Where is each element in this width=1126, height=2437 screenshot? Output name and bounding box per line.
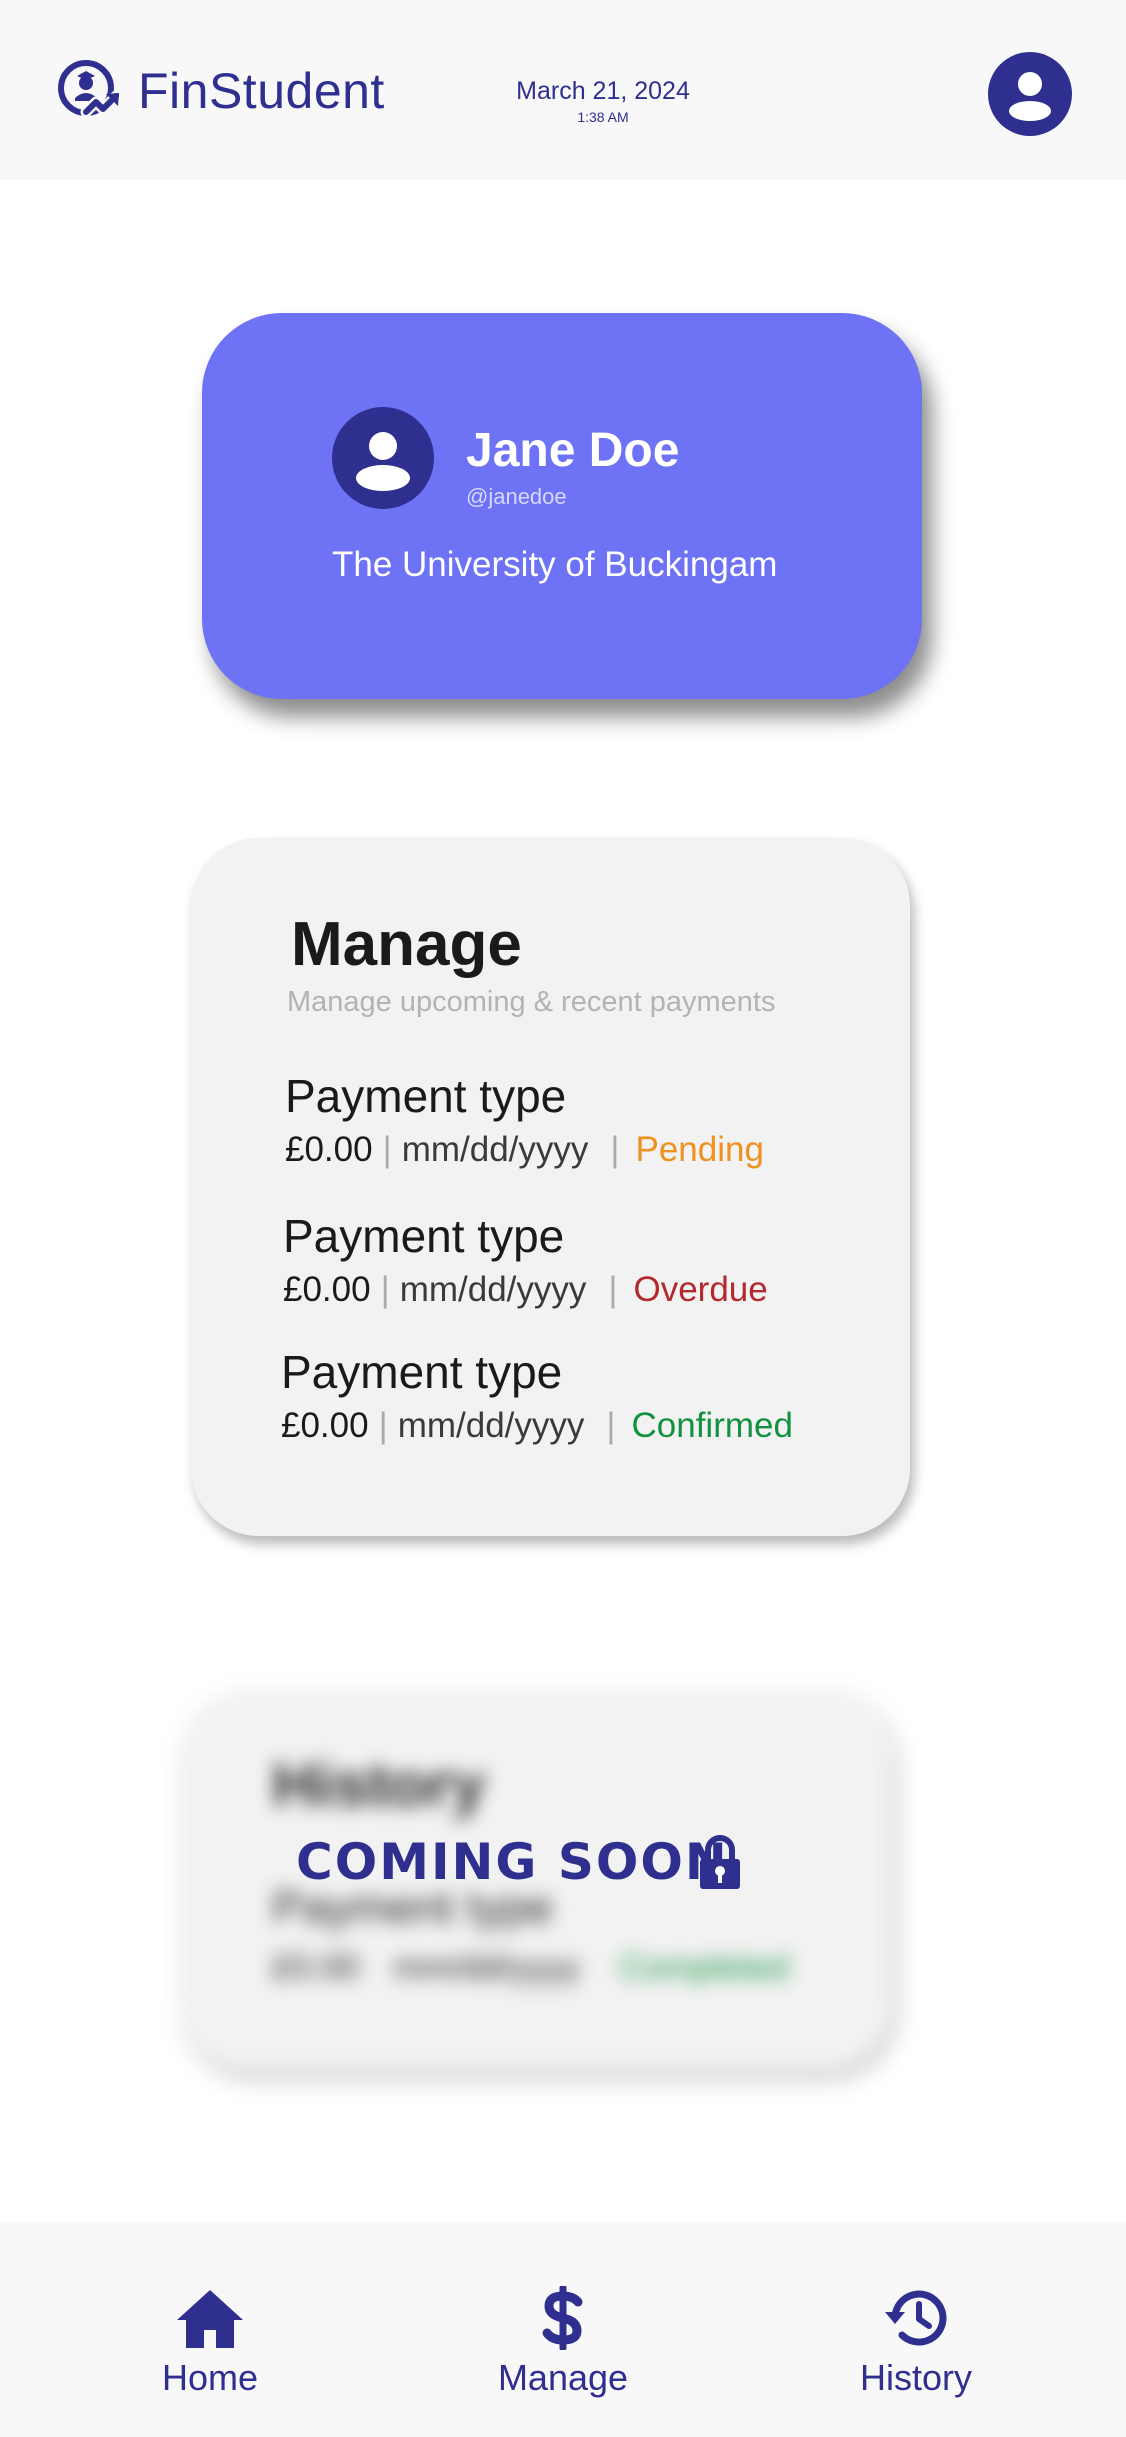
dollar-icon (542, 2286, 583, 2350)
status-pending: Pending (635, 1130, 764, 1169)
history-amount: £0.00 (272, 1948, 360, 1987)
manage-subtitle: Manage upcoming & recent payments (287, 986, 776, 1018)
payment-details: £0.00 | mm/dd/yyyy | Confirmed (281, 1404, 793, 1448)
profile-university: The University of Buckingam (332, 545, 778, 584)
nav-item-manage[interactable]: Manage (443, 2222, 683, 2437)
user-avatar-icon (332, 407, 434, 509)
profile-name: Jane Doe (466, 424, 680, 477)
header-date: March 21, 2024 (516, 77, 690, 105)
nav-item-history[interactable]: History (796, 2222, 1036, 2437)
separator: | (606, 1406, 616, 1445)
separator: | (380, 1270, 390, 1309)
home-icon (177, 2290, 243, 2348)
bottom-navigation: Home Manage History (0, 2222, 1126, 2437)
user-avatar-icon[interactable] (988, 52, 1072, 136)
history-card: History Payment type £0.00 mm/dd/yyyy Co… (182, 1690, 892, 2070)
history-payment-details: £0.00 mm/dd/yyyy Completed (272, 1948, 789, 1988)
manage-title: Manage (291, 910, 522, 979)
history-icon (885, 2290, 947, 2346)
separator: | (382, 1130, 392, 1169)
payment-type: Payment type (281, 1346, 563, 1398)
header-time: 1:38 AM (577, 109, 629, 125)
nav-label-history: History (859, 2357, 972, 2398)
payment-amount: £0.00 (281, 1406, 369, 1445)
nav-label-manage: Manage (497, 2357, 629, 2398)
coming-soon-label: COMING SOON (296, 1833, 729, 1891)
status-confirmed: Confirmed (631, 1406, 793, 1445)
history-status: Completed (619, 1948, 790, 1987)
nav-item-home[interactable]: Home (90, 2222, 330, 2437)
payment-item[interactable]: Payment type £0.00 | mm/dd/yyyy | Overdue (191, 1208, 910, 1328)
separator: | (378, 1406, 388, 1445)
app-header: FinStudent March 21, 2024 1:38 AM (0, 0, 1126, 180)
separator: | (610, 1130, 620, 1169)
profile-handle: @janedoe (466, 484, 567, 509)
payment-amount: £0.00 (283, 1270, 371, 1309)
payment-date: mm/dd/yyyy (399, 1270, 587, 1309)
payment-details: £0.00 | mm/dd/yyyy | Pending (285, 1128, 764, 1172)
lock-icon (700, 1835, 740, 1889)
payment-details: £0.00 | mm/dd/yyyy | Overdue (283, 1268, 768, 1312)
separator: | (608, 1270, 618, 1309)
app-brand[interactable]: FinStudent (138, 56, 385, 126)
profile-card[interactable]: Jane Doe @janedoe The University of Buck… (202, 313, 922, 699)
manage-card[interactable]: Manage Manage upcoming & recent payments… (191, 838, 910, 1536)
payment-date: mm/dd/yyyy (401, 1130, 589, 1169)
payment-type: Payment type (285, 1070, 567, 1122)
history-title: History (272, 1751, 486, 1820)
history-date: mm/dd/yyyy (393, 1948, 581, 1987)
payment-date: mm/dd/yyyy (397, 1406, 585, 1445)
payment-item[interactable]: Payment type £0.00 | mm/dd/yyyy | Confirmed (191, 1344, 910, 1464)
status-overdue: Overdue (633, 1270, 768, 1309)
graduate-growth-icon (58, 60, 122, 118)
payment-item[interactable]: Payment type £0.00 | mm/dd/yyyy | Pending (191, 1068, 910, 1188)
nav-label-home: Home (161, 2357, 259, 2398)
payment-type: Payment type (283, 1210, 565, 1262)
payment-amount: £0.00 (285, 1130, 373, 1169)
